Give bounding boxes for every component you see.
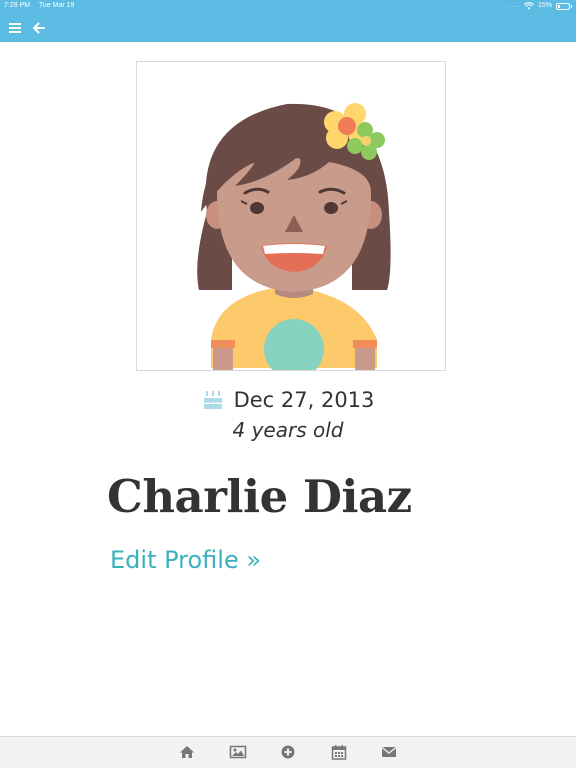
signal-indicator: .... bbox=[508, 2, 520, 9]
age-text: 4 years old bbox=[232, 418, 344, 442]
birthdate-row: Dec 27, 2013 bbox=[0, 388, 576, 415]
battery-tip bbox=[571, 5, 572, 8]
profile-name: Charlie Diaz bbox=[107, 470, 412, 523]
tab-messages[interactable] bbox=[380, 744, 398, 760]
birthdate-text: Dec 27, 2013 bbox=[233, 388, 375, 412]
wifi-icon bbox=[523, 2, 534, 10]
girl-avatar-illustration bbox=[197, 103, 391, 370]
calendar-icon bbox=[331, 745, 347, 760]
envelope-icon bbox=[381, 746, 397, 757]
status-date: Tue Mar 19 bbox=[38, 2, 75, 9]
battery-icon bbox=[556, 3, 570, 10]
battery-percent: 15% bbox=[537, 2, 552, 9]
top-nav-bar bbox=[0, 14, 576, 42]
birthday-cake-icon bbox=[203, 391, 222, 409]
image-icon bbox=[229, 745, 247, 759]
status-time: 7:28 PM bbox=[4, 2, 31, 9]
tab-add[interactable] bbox=[279, 744, 297, 760]
bottom-tab-bar bbox=[0, 736, 576, 768]
arrow-left-icon bbox=[33, 22, 45, 34]
back-button[interactable] bbox=[29, 18, 49, 38]
status-bar: 7:28 PM Tue Mar 19 .... 15% bbox=[0, 0, 576, 14]
tab-photos[interactable] bbox=[229, 744, 247, 760]
hamburger-icon bbox=[9, 23, 21, 33]
tab-home[interactable] bbox=[178, 744, 196, 760]
plus-circle-icon bbox=[281, 745, 295, 759]
edit-profile-link[interactable]: Edit Profile » bbox=[110, 546, 261, 574]
menu-button[interactable] bbox=[5, 18, 25, 38]
tab-calendar[interactable] bbox=[330, 744, 348, 760]
profile-photo[interactable] bbox=[136, 61, 446, 371]
home-icon bbox=[180, 746, 194, 758]
